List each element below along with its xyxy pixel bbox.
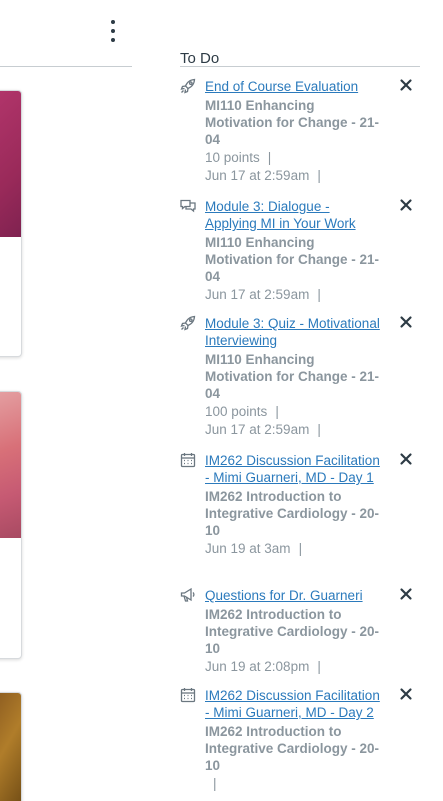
todo-item-due-row: Jun 17 at 2:59am | [205, 167, 383, 184]
todo-item-course: MI110 Enhancing Motivation for Change - … [205, 98, 380, 147]
todo-item-link[interactable]: IM262 Discussion Facilitation - Mimi Gua… [205, 687, 383, 721]
todo-item-due: Jun 19 at 3am [205, 541, 291, 556]
separator: | [317, 168, 321, 183]
todo-item-link[interactable]: IM262 Discussion Facilitation - Mimi Gua… [205, 452, 383, 486]
kebab-dot [111, 38, 115, 42]
todo-heading: To Do [180, 50, 220, 68]
close-icon[interactable] [399, 198, 413, 212]
separator: | [213, 776, 217, 791]
todo-divider [180, 66, 420, 67]
todo-item-body: Module 3: Quiz - Motivational Interviewi… [205, 315, 383, 438]
todo-item-course: MI110 Enhancing Motivation for Change - … [205, 235, 380, 284]
todo-item-body: End of Course Evaluation MI110 Enhancing… [205, 78, 383, 184]
separator: | [267, 150, 272, 165]
more-options-icon[interactable] [106, 20, 120, 42]
todo-item-due: Jun 17 at 2:59am [205, 422, 310, 437]
course-card[interactable] [0, 391, 22, 659]
todo-item-course: MI110 Enhancing Motivation for Change - … [205, 352, 380, 401]
todo-item-body: IM262 Discussion Facilitation - Mimi Gua… [205, 452, 383, 557]
todo-item-points-row: 100 points | [205, 403, 383, 420]
todo-item-due-row: Jun 19 at 3am | [205, 540, 383, 557]
todo-item-link[interactable]: End of Course Evaluation [205, 78, 383, 95]
separator: | [317, 659, 321, 674]
todo-item-body: IM262 Discussion Facilitation - Mimi Gua… [205, 687, 383, 792]
todo-item-course: IM262 Introduction to Integrative Cardio… [205, 607, 380, 656]
course-card[interactable] [0, 692, 22, 801]
todo-item-due: Jun 19 at 2:08pm [205, 659, 310, 674]
todo-item-due-row: Jun 17 at 2:59am | [205, 421, 383, 438]
separator: | [298, 541, 303, 556]
close-icon[interactable] [399, 452, 413, 466]
todo-item-link[interactable]: Module 3: Dialogue - Applying MI in Your… [205, 198, 383, 232]
todo-item-points: 100 points [205, 404, 268, 419]
calendar-icon [180, 452, 198, 470]
todo-item-body: Module 3: Dialogue - Applying MI in Your… [205, 198, 383, 303]
separator: | [275, 404, 279, 419]
separator: | [317, 422, 321, 437]
todo-item-course: IM262 Introduction to Integrative Cardio… [205, 489, 380, 538]
close-icon[interactable] [399, 78, 413, 92]
todo-item-link[interactable]: Questions for Dr. Guarneri [205, 587, 383, 604]
course-card[interactable] [0, 90, 22, 357]
todo-item-points: 10 points [205, 150, 260, 165]
course-card-image[interactable] [0, 392, 21, 538]
course-card-image[interactable] [0, 91, 21, 237]
separator: | [317, 287, 321, 302]
close-icon[interactable] [399, 587, 413, 601]
todo-item-due-row: | [205, 775, 383, 792]
course-card-image[interactable] [0, 693, 21, 801]
todo-item-course: IM262 Introduction to Integrative Cardio… [205, 724, 380, 773]
todo-item-due-row: Jun 19 at 2:08pm | [205, 658, 383, 675]
rocket-icon [180, 315, 198, 333]
kebab-dot [111, 20, 115, 24]
rocket-icon [180, 78, 198, 96]
dashboard-page: To Do End of Course Evaluation MI110 Enh… [0, 0, 443, 801]
todo-item-due: Jun 17 at 2:59am [205, 168, 310, 183]
todo-item-due-row: Jun 17 at 2:59am | [205, 286, 383, 303]
todo-item-body: Questions for Dr. Guarneri IM262 Introdu… [205, 587, 383, 675]
close-icon[interactable] [399, 687, 413, 701]
announcement-icon [180, 587, 198, 605]
todo-item-link[interactable]: Module 3: Quiz - Motivational Interviewi… [205, 315, 383, 349]
todo-item-points-row: 10 points | [205, 149, 383, 166]
calendar-icon [180, 687, 198, 705]
close-icon[interactable] [399, 315, 413, 329]
kebab-dot [111, 29, 115, 33]
discussion-icon [180, 198, 198, 216]
todo-item-due: Jun 17 at 2:59am [205, 287, 310, 302]
dashboard-header-divider [0, 66, 132, 67]
